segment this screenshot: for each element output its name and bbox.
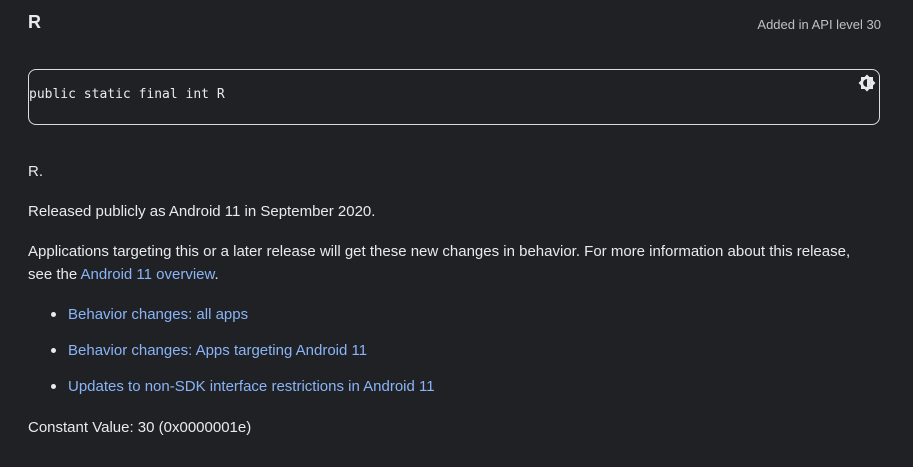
code-signature-box: public static final int R	[28, 69, 880, 125]
release-info: Released publicly as Android 11 in Septe…	[28, 203, 376, 220]
behavior-changes-all-apps-link[interactable]: Behavior changes: all apps	[68, 306, 248, 323]
list-item: Updates to non-SDK interface restriction…	[48, 375, 435, 411]
api-level-label: Added in API level 30	[757, 17, 881, 32]
non-sdk-restrictions-link[interactable]: Updates to non-SDK interface restriction…	[68, 378, 435, 395]
list-item: Behavior changes: all apps	[48, 303, 435, 339]
behavior-links-list: Behavior changes: all apps Behavior chan…	[48, 303, 435, 411]
list-item: Behavior changes: Apps targeting Android…	[48, 339, 435, 375]
bullet-icon	[51, 384, 56, 389]
behavior-changes-targeting-link[interactable]: Behavior changes: Apps targeting Android…	[68, 342, 367, 359]
brightness-icon[interactable]	[858, 74, 876, 92]
field-title: R	[28, 12, 41, 32]
behavior-description: Applications targeting this or a later r…	[28, 240, 878, 286]
page: R Added in API level 30 public static fi…	[0, 0, 913, 467]
bullet-icon	[51, 348, 56, 353]
android-11-overview-link[interactable]: Android 11 overview	[81, 266, 215, 283]
behavior-text-end: .	[214, 266, 219, 283]
bullet-icon	[51, 312, 56, 317]
code-signature: public static final int R	[29, 87, 225, 102]
short-description: R.	[28, 163, 43, 180]
constant-value: Constant Value: 30 (0x0000001e)	[28, 419, 252, 436]
